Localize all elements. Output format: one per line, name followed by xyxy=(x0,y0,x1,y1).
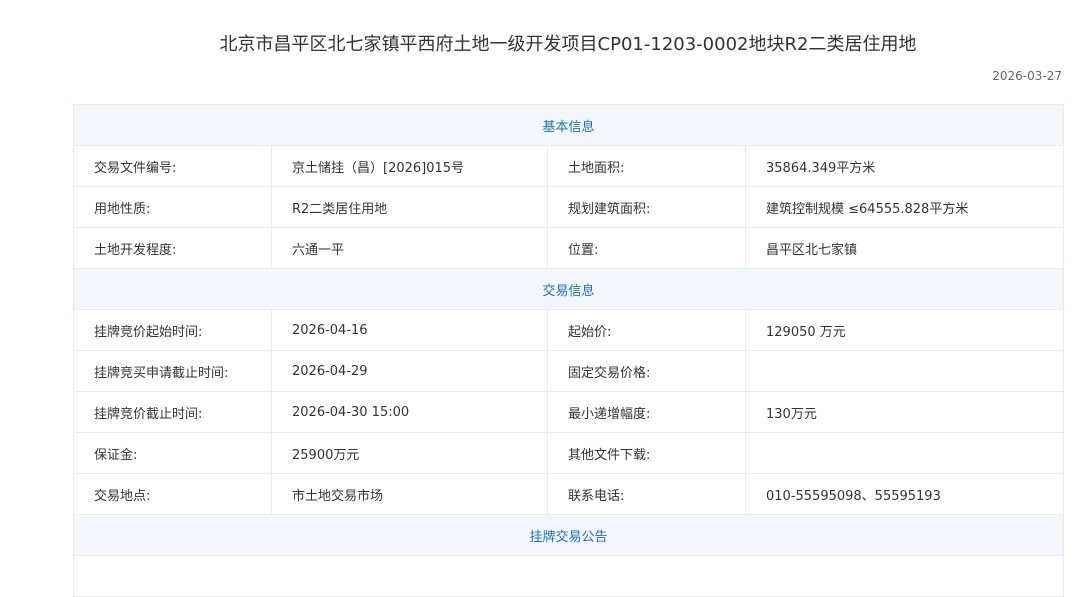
field-value: R2二类居住用地 xyxy=(271,186,548,228)
section-header-basic: 基本信息 xyxy=(72,104,1065,146)
field-label: 位置: xyxy=(547,227,746,269)
section-header-trade: 交易信息 xyxy=(72,268,1065,310)
page-title: 北京市昌平区北七家镇平西府土地一级开发项目CP01-1203-0002地块R2二… xyxy=(219,34,917,55)
table-row: 挂牌竞价起始时间: 2026-04-16 起始价: 129050 万元 xyxy=(73,309,1065,351)
field-label: 用地性质: xyxy=(73,186,272,228)
table-row: 交易文件编号: 京土储挂（昌）[2026]015号 土地面积: 35864.34… xyxy=(73,145,1065,187)
table-row: 用地性质: R2二类居住用地 规划建筑面积: 建筑控制规模 ≤64555.828… xyxy=(73,186,1065,228)
field-value: 35864.349平方米 xyxy=(744,145,1065,187)
field-value: 25900万元 xyxy=(271,432,548,474)
download-links[interactable] xyxy=(744,432,1065,474)
field-label: 挂牌竞买申请截止时间: xyxy=(73,350,272,392)
field-value: 市土地交易市场 xyxy=(271,473,548,515)
section-header-notice: 挂牌交易公告 xyxy=(72,514,1065,556)
field-value: 129050 万元 xyxy=(744,309,1065,351)
field-label: 最小递增幅度: xyxy=(547,391,746,433)
section-title-basic: 基本信息 xyxy=(72,104,1065,146)
table-row: 保证金: 25900万元 其他文件下载: xyxy=(73,432,1065,474)
field-value: 2026-04-29 xyxy=(271,350,548,392)
field-label: 土地面积: xyxy=(547,145,746,187)
field-label: 交易文件编号: xyxy=(73,145,272,187)
field-label: 挂牌竞价起始时间: xyxy=(73,309,272,351)
table-row: 土地开发程度: 六通一平 位置: 昌平区北七家镇 xyxy=(73,227,1065,269)
field-value: 建筑控制规模 ≤64555.828平方米 xyxy=(744,186,1065,228)
table-row: 交易地点: 市土地交易市场 联系电话: 010-55595098、5559519… xyxy=(73,473,1065,515)
field-value: 010-55595098、55595193 xyxy=(744,473,1065,515)
field-label: 其他文件下载: xyxy=(547,432,746,474)
field-label: 规划建筑面积: xyxy=(547,186,746,228)
field-label: 联系电话: xyxy=(547,473,746,515)
field-label: 土地开发程度: xyxy=(73,227,272,269)
field-value: 2026-04-16 xyxy=(271,309,548,351)
field-label: 保证金: xyxy=(73,432,272,474)
table-row: 挂牌竞价截止时间: 2026-04-30 15:00 最小递增幅度: 130万元 xyxy=(73,391,1065,433)
section-title-notice: 挂牌交易公告 xyxy=(72,514,1065,556)
field-value xyxy=(744,350,1065,392)
field-label: 固定交易价格: xyxy=(547,350,746,392)
field-label: 起始价: xyxy=(547,309,746,351)
field-value: 130万元 xyxy=(744,391,1065,433)
section-title-trade: 交易信息 xyxy=(72,268,1065,310)
field-label: 挂牌竞价截止时间: xyxy=(73,391,272,433)
field-label: 交易地点: xyxy=(73,473,272,515)
land-info-table: 基本信息 交易文件编号: 京土储挂（昌）[2026]015号 土地面积: 358… xyxy=(72,104,1065,597)
field-value: 昌平区北七家镇 xyxy=(744,227,1065,269)
table-row: 挂牌竞买申请截止时间: 2026-04-29 固定交易价格: xyxy=(73,350,1065,392)
field-value: 京土储挂（昌）[2026]015号 xyxy=(271,145,548,187)
field-value: 2026-04-30 15:00 xyxy=(271,391,548,433)
publish-date: 2026-03-27 xyxy=(992,69,1062,83)
field-value: 六通一平 xyxy=(271,227,548,269)
